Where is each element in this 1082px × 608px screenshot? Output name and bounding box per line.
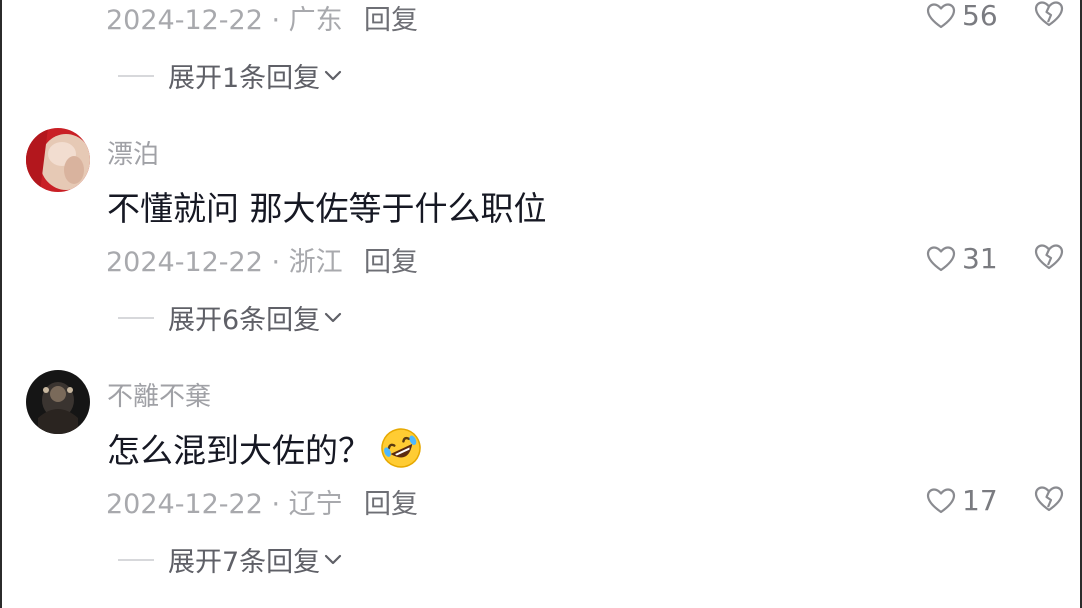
expand-divider-line — [118, 316, 154, 319]
comment-region: 辽宁 — [288, 489, 343, 520]
expand-replies-label: 展开7条回复 — [168, 547, 321, 578]
expand-divider-line — [118, 558, 154, 561]
comment-meta: 2024-12-22 · 辽宁 — [106, 482, 343, 521]
expand-divider-line — [118, 74, 154, 77]
comment-date: 2024-12-22 — [106, 247, 263, 278]
meta-separator: · — [262, 247, 289, 278]
dislike-button[interactable] — [1034, 485, 1064, 517]
heart-outline-icon — [926, 2, 956, 28]
like-count: 31 — [962, 242, 998, 275]
comment-text: 怎么混到大佐的？ — [107, 431, 371, 470]
expand-replies-button[interactable]: 展开7条回复 — [118, 540, 342, 579]
heart-outline-icon — [926, 245, 956, 271]
reply-button[interactable]: 回复 — [364, 482, 418, 521]
reply-button[interactable]: 回复 — [364, 240, 418, 279]
expand-replies-label: 展开1条回复 — [168, 63, 321, 94]
comment-meta: 2024-12-22 · 广东 — [106, 0, 343, 37]
user-avatar-image — [26, 370, 90, 434]
avatar[interactable] — [26, 370, 90, 434]
dislike-button[interactable] — [1034, 243, 1064, 275]
comment-date: 2024-12-22 — [106, 5, 263, 36]
heart-outline-icon — [926, 487, 956, 513]
comment-meta: 2024-12-22 · 浙江 — [106, 240, 343, 279]
expand-replies-button[interactable]: 展开1条回复 — [118, 56, 342, 95]
expand-replies-label: 展开6条回复 — [168, 305, 321, 336]
chevron-down-icon — [325, 70, 342, 80]
comment-item: 漂泊 不懂就问 那大佐等于什么职位 2024-12-22 · 浙江 回复 31 … — [0, 118, 1082, 348]
avatar[interactable] — [26, 128, 90, 192]
like-count: 56 — [962, 0, 998, 32]
chevron-down-icon — [325, 312, 342, 322]
broken-heart-outline-icon — [1034, 244, 1064, 270]
comment-username[interactable]: 漂泊 — [107, 134, 159, 171]
chevron-down-icon — [325, 554, 342, 564]
meta-separator: · — [262, 489, 289, 520]
broken-heart-outline-icon — [1034, 1, 1064, 27]
comment-text-row: 怎么混到大佐的？ — [107, 424, 423, 472]
comment-region: 浙江 — [288, 247, 343, 278]
like-button[interactable]: 17 — [926, 484, 998, 517]
comment-item: 2024-12-22 · 广东 回复 56 展开1条回复 — [0, 0, 1082, 100]
like-button[interactable]: 31 — [926, 242, 998, 275]
comment-region: 广东 — [288, 5, 343, 36]
rolling-on-floor-laughing-emoji — [379, 426, 423, 470]
comment-item: 不離不棄 怎么混到大佐的？ 2024-12-22 · 辽宁 回复 17 展开7条… — [0, 360, 1082, 600]
comment-username[interactable]: 不離不棄 — [107, 376, 211, 413]
like-button[interactable]: 56 — [926, 0, 998, 32]
dislike-button[interactable] — [1034, 0, 1064, 32]
like-count: 17 — [962, 484, 998, 517]
comment-date: 2024-12-22 — [106, 489, 263, 520]
expand-replies-button[interactable]: 展开6条回复 — [118, 298, 342, 337]
comment-text: 不懂就问 那大佐等于什么职位 — [107, 189, 547, 228]
user-avatar-image — [26, 128, 90, 192]
broken-heart-outline-icon — [1034, 486, 1064, 512]
meta-separator: · — [262, 5, 289, 36]
reply-button[interactable]: 回复 — [364, 0, 418, 37]
